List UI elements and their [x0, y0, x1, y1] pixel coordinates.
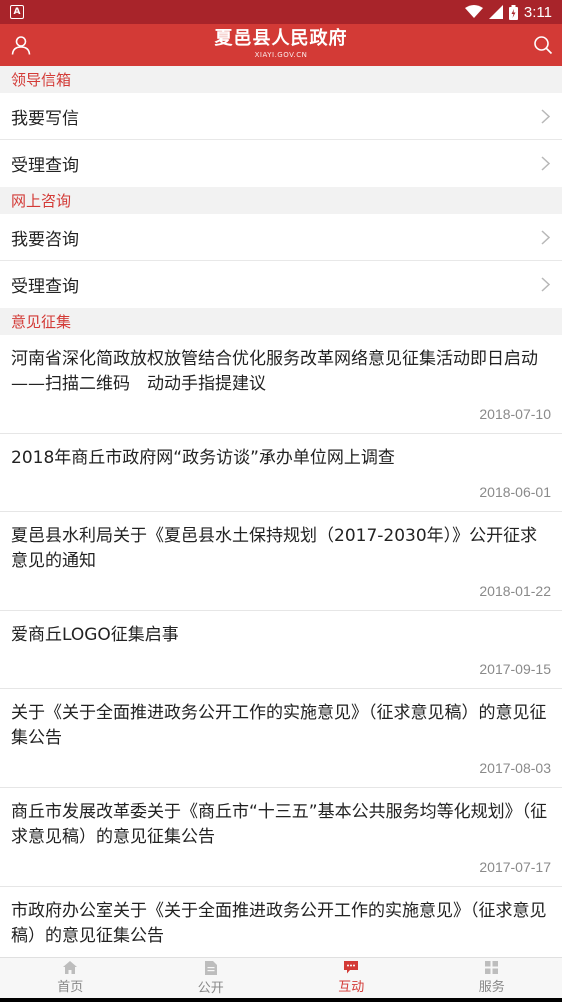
document-icon [204, 960, 217, 975]
consult-query-row[interactable]: 受理查询 [0, 261, 562, 308]
row-label: 受理查询 [11, 156, 79, 176]
item-date: 2018-01-22 [479, 583, 551, 599]
item-title: 2018年商丘市政府网“政务访谈”承办单位网上调查 [11, 448, 395, 468]
tab-interact[interactable]: 互动 [281, 958, 422, 998]
list-item[interactable]: 商丘市发展改革委关于《商丘市“十三五”基本公共服务均等化规划》（征求意见稿）的意… [0, 788, 562, 887]
item-title: 夏邑县水利局关于《夏邑县水土保持规划（2017-2030年）》公开征求意见的通知 [11, 526, 538, 571]
status-icons: 3:11 [464, 3, 552, 21]
item-title: 关于《关于全面推进政务公开工作的实施意见》（征求意见稿）的意见征集公告 [11, 703, 547, 748]
search-icon [534, 36, 553, 55]
bottom-tab-bar: 首页 公开 互动 服务 [0, 957, 562, 998]
chat-icon [344, 961, 359, 974]
item-title: 商丘市发展改革委关于《商丘市“十三五”基本公共服务均等化规划》（征求意见稿）的意… [11, 802, 548, 847]
home-icon [63, 961, 78, 974]
app-title: 夏邑县人民政府 [214, 28, 348, 49]
list-item[interactable]: 2018年商丘市政府网“政务访谈”承办单位网上调查 2018-06-01 [0, 434, 562, 512]
item-date: 2017-08-03 [479, 760, 551, 776]
row-label: 我要咨询 [11, 229, 79, 250]
chevron-right-icon [541, 156, 550, 171]
list-item[interactable]: 关于《关于全面推进政务公开工作的实施意见》（征求意见稿）的意见征集公告 2017… [0, 689, 562, 788]
tab-label: 服务 [478, 980, 505, 995]
section-header-opinion: 意见征集 [0, 308, 562, 335]
item-date: 2018-06-01 [479, 484, 551, 500]
tab-service[interactable]: 服务 [422, 958, 562, 998]
row-label: 受理查询 [11, 277, 79, 297]
status-bar: A 3:11 [0, 0, 562, 24]
chevron-right-icon [541, 277, 550, 292]
tab-home[interactable]: 首页 [0, 958, 141, 998]
chevron-right-icon [541, 229, 550, 245]
tab-label: 互动 [338, 980, 365, 995]
app-subtitle: XIAYI.GOV.CN [254, 51, 308, 59]
item-title: 市政府办公室关于《关于全面推进政务公开工作的实施意见》（征求意见稿）的意见征集公… [11, 901, 547, 946]
clock: 3:11 [523, 3, 552, 21]
list-item[interactable]: 河南省深化简政放权放管结合优化服务改革网络意见征集活动即日启动——扫描二维码 动… [0, 335, 562, 434]
app-logo: 夏邑县人民政府 XIAYI.GOV.CN [0, 28, 562, 60]
mailbox-query-row[interactable]: 受理查询 [0, 140, 562, 187]
battery-icon [508, 4, 518, 20]
list-item[interactable]: 夏邑县水利局关于《夏邑县水土保持规划（2017-2030年）》公开征求意见的通知… [0, 512, 562, 611]
tab-label: 首页 [57, 980, 84, 995]
section-header-leader-mailbox: 领导信箱 [0, 66, 562, 93]
write-letter-row[interactable]: 我要写信 [0, 93, 562, 140]
notification-icon: A [10, 5, 24, 19]
consult-row[interactable]: 我要咨询 [0, 214, 562, 261]
content-scroll[interactable]: 领导信箱 我要写信 受理查询 网上咨询 我要咨询 受理查询 意见征集 河南省深化… [0, 66, 562, 957]
search-button[interactable] [530, 32, 556, 58]
app-bar: 夏邑县人民政府 XIAYI.GOV.CN [0, 24, 562, 66]
wifi-icon [464, 5, 483, 18]
row-label: 我要写信 [11, 108, 79, 129]
item-date: 2018-07-10 [479, 406, 551, 422]
tab-label: 公开 [197, 980, 224, 996]
section-header-online-consult: 网上咨询 [0, 187, 562, 214]
signal-icon [488, 5, 503, 19]
grid-icon [485, 961, 499, 974]
tab-public[interactable]: 公开 [141, 958, 282, 998]
list-item[interactable]: 爱商丘LOGO征集启事 2017-09-15 [0, 611, 562, 689]
item-title: 河南省深化简政放权放管结合优化服务改革网络意见征集活动即日启动——扫描二维码 动… [11, 349, 538, 394]
item-date: 2017-07-17 [479, 859, 551, 875]
item-title: 爱商丘LOGO征集启事 [11, 625, 179, 645]
system-nav-strip [0, 998, 562, 1002]
chevron-right-icon [541, 108, 550, 124]
item-date: 2017-09-15 [479, 661, 551, 677]
list-item[interactable]: 市政府办公室关于《关于全面推进政务公开工作的实施意见》（征求意见稿）的意见征集公… [0, 887, 562, 957]
